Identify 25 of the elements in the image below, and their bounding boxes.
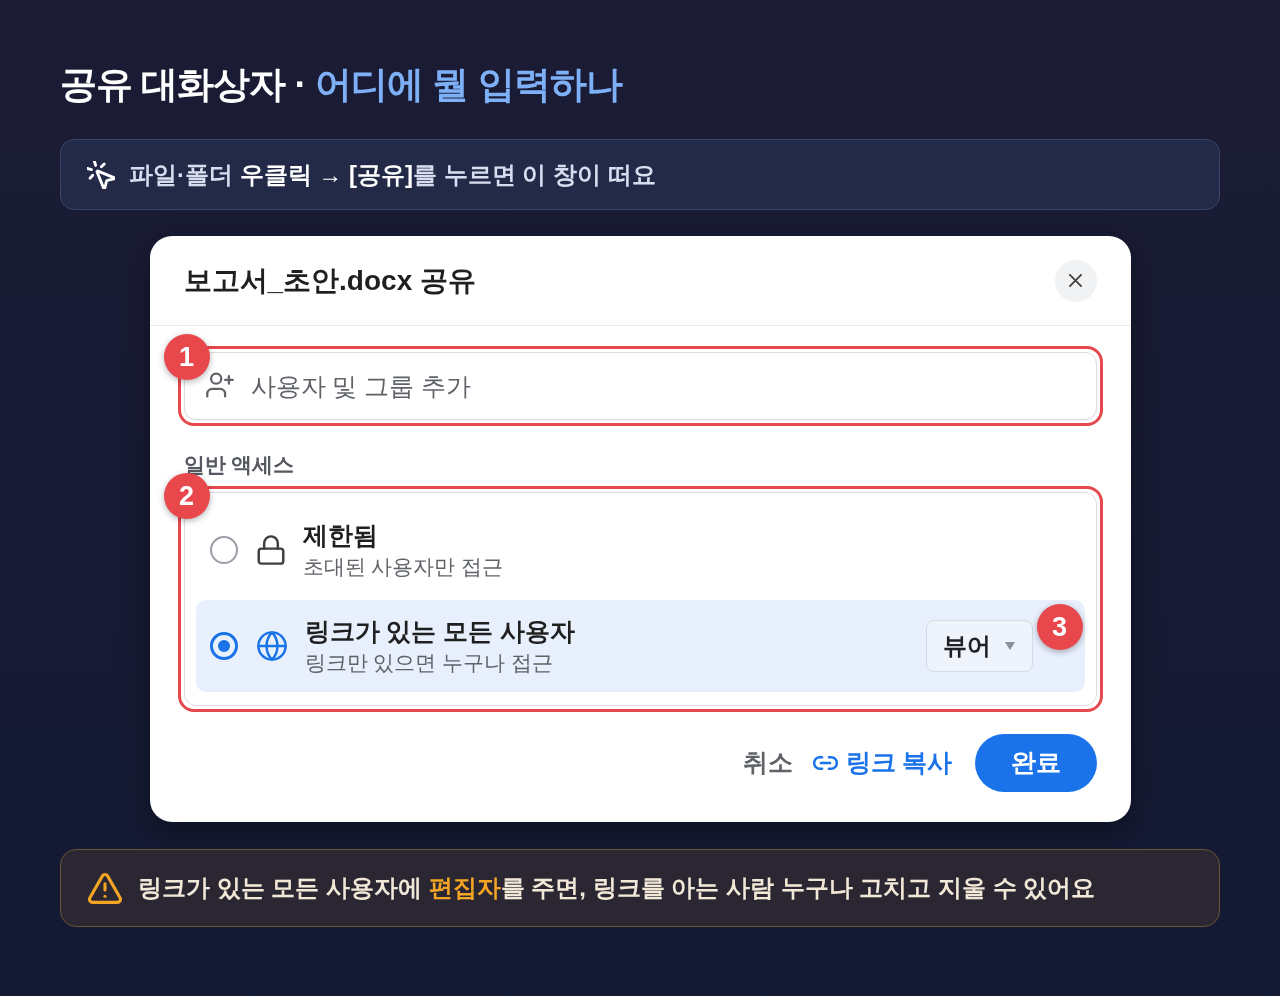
cursor-click-icon [87, 160, 115, 189]
lock-icon [256, 535, 285, 565]
cancel-button[interactable]: 취소 [742, 734, 793, 792]
link-icon [812, 756, 838, 770]
option-description: 링크만 있으면 누구나 접근 [304, 650, 553, 676]
person-add-icon [205, 372, 234, 398]
copy-link-button[interactable]: 링크 복사 [812, 734, 953, 792]
option-title: 링크가 있는 모든 사용자 [304, 616, 576, 647]
option-description: 초대된 사용자만 접근 [302, 554, 504, 580]
warning-text: 링크가 있는 모든 사용자에 편집자를 주면, 링크를 아는 사람 누구나 고치고 지울 수 있어요 [138, 873, 1096, 903]
tip-text: 파일·폴더 우클릭 → [공유]를 누르면 이 창이 떠요 [129, 159, 656, 190]
option-title: 제한됨 [302, 520, 378, 551]
role-dropdown[interactable]: 뷰어 [925, 620, 1033, 672]
dialog-title: 보고서_초안.docx 공유 [183, 263, 476, 298]
close-icon [1069, 274, 1082, 287]
warning-icon [88, 872, 122, 904]
page-title: 공유 대화상자 · 어디에 뭘 입력하나 [60, 63, 622, 107]
radio-button[interactable] [209, 536, 238, 564]
step-number-badge: 1 [163, 334, 210, 380]
step-number-badge: 3 [1036, 604, 1083, 650]
caret-icon [1004, 642, 1015, 650]
globe-icon [256, 631, 287, 661]
access-option[interactable]: 링크가 있는 모든 사용자 링크만 있으면 누구나 접근 뷰어 3 [195, 600, 1085, 692]
radio-button[interactable] [209, 632, 238, 660]
done-button[interactable]: 완료 [974, 734, 1097, 792]
